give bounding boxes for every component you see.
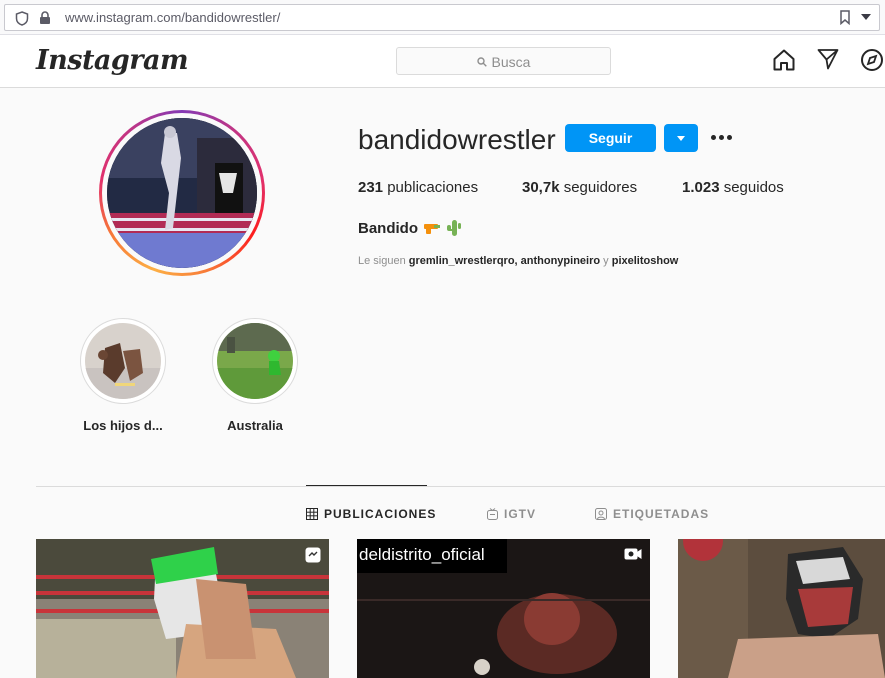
followed-by-prefix: Le siguen xyxy=(358,255,406,267)
home-icon[interactable] xyxy=(772,48,796,72)
browser-toolbar: www.instagram.com/bandidowrestler/ xyxy=(0,0,885,35)
post-overlay-text: deldistrito_oficial xyxy=(359,545,485,564)
highlight-label: Australia xyxy=(227,418,283,433)
avatar-image xyxy=(107,118,257,268)
address-bar[interactable]: www.instagram.com/bandidowrestler/ xyxy=(4,4,880,31)
suggestions-dropdown-button[interactable] xyxy=(664,124,698,152)
posts-label: publicaciones xyxy=(387,179,479,196)
search-input[interactable]: Busca xyxy=(396,47,611,75)
tab-publicaciones[interactable]: PUBLICACIONES xyxy=(306,507,436,521)
reel-icon xyxy=(305,547,321,563)
profile-username: bandidowrestler xyxy=(358,124,556,155)
highlight-image xyxy=(217,323,293,399)
ig-header: Instagram Busca xyxy=(0,35,885,88)
followers-count: 30,7k xyxy=(522,179,560,196)
cactus-emoji-icon xyxy=(447,220,461,236)
bookmark-icon[interactable] xyxy=(839,10,851,25)
profile-full-name: Bandido xyxy=(358,219,462,237)
highlight-item[interactable]: Los hijos d... xyxy=(73,318,173,433)
tab-etiquetadas[interactable]: ETIQUETADAS xyxy=(595,507,709,521)
igtv-icon xyxy=(487,508,498,520)
posts-count: 231 xyxy=(358,179,384,196)
tabs-divider xyxy=(36,486,885,487)
tab-label: PUBLICACIONES xyxy=(324,507,437,521)
explore-icon[interactable] xyxy=(860,48,884,72)
active-tab-indicator xyxy=(306,485,427,486)
highlight-item[interactable]: Australia xyxy=(205,318,305,433)
pistol-emoji-icon xyxy=(424,224,440,234)
chevron-down-icon xyxy=(677,136,685,141)
full-name-text: Bandido xyxy=(358,219,418,237)
following-count: 1.023 xyxy=(682,179,720,196)
chevron-down-icon[interactable] xyxy=(861,14,871,21)
more-options-button[interactable] xyxy=(711,135,732,140)
url-text[interactable]: www.instagram.com/bandidowrestler/ xyxy=(65,10,280,25)
search-placeholder: Busca xyxy=(491,54,531,70)
followed-by-text[interactable]: Le siguen gremlin_wrestlerqro, anthonypi… xyxy=(358,255,678,267)
tab-igtv[interactable]: IGTV xyxy=(487,507,536,521)
highlight-label: Los hijos d... xyxy=(83,418,163,433)
profile-avatar[interactable] xyxy=(99,110,265,276)
followers-stat[interactable]: 30,7k seguidores xyxy=(522,179,637,196)
instagram-logo[interactable]: Instagram xyxy=(36,45,189,76)
following-label: seguidos xyxy=(723,179,784,196)
post-thumbnail[interactable]: deldistrito_oficial xyxy=(357,539,650,678)
followed-by-last: pixelitoshow xyxy=(611,255,679,267)
search-icon xyxy=(476,57,487,67)
lock-icon[interactable] xyxy=(39,11,51,25)
followed-by-and: y xyxy=(603,255,609,267)
direct-message-icon[interactable] xyxy=(817,48,839,70)
post-thumbnail[interactable] xyxy=(678,539,885,678)
tab-label: IGTV xyxy=(504,507,537,521)
following-stat[interactable]: 1.023 seguidos xyxy=(682,179,784,196)
tab-label: ETIQUETADAS xyxy=(613,507,710,521)
followed-by-users: gremlin_wrestlerqro, anthonypineiro xyxy=(408,255,601,267)
post-thumbnail[interactable] xyxy=(36,539,329,678)
grid-icon xyxy=(306,508,318,520)
video-icon xyxy=(624,548,642,560)
shield-icon[interactable] xyxy=(15,11,29,26)
follow-button[interactable]: Seguir xyxy=(565,124,656,152)
posts-stat: 231 publicaciones xyxy=(358,179,478,196)
highlight-image xyxy=(85,323,161,399)
followers-label: seguidores xyxy=(563,179,638,196)
tagged-icon xyxy=(595,508,607,520)
